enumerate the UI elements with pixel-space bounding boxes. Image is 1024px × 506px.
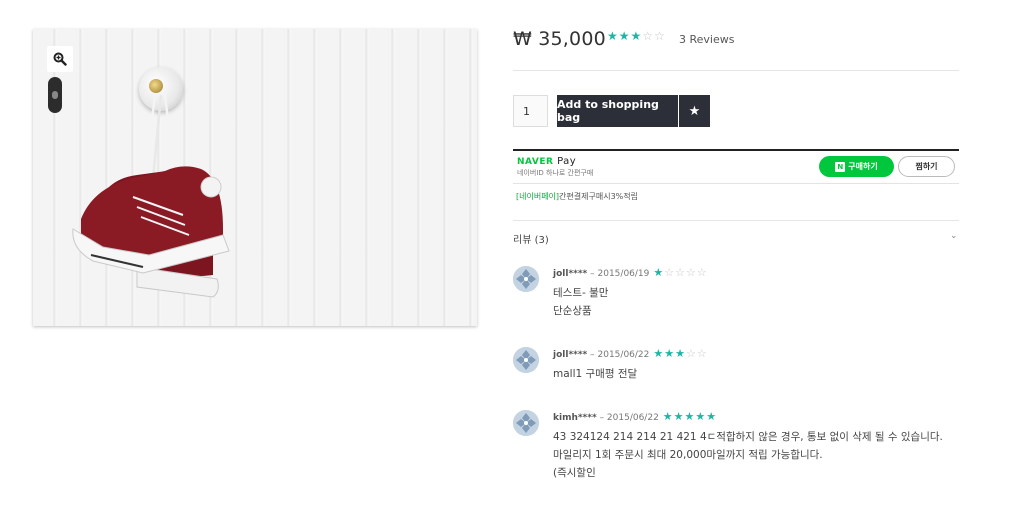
avatar: [513, 347, 539, 373]
star-empty-icon: ☆: [696, 347, 708, 360]
star-empty-icon: ☆: [642, 29, 655, 43]
naver-pay-box: NAVER Pay 네이버ID 하나로 간편구매 N 구매하기 찜하기: [513, 149, 959, 184]
divider: [513, 220, 959, 221]
sneakers-illustration: [72, 94, 230, 298]
review-stars: ★☆☆☆☆: [653, 266, 707, 279]
review-stars: ★★★★★: [663, 410, 717, 423]
review-text-line: 43 324124 214 214 21 421 4ㄷ적합하지 않은 경우, 통…: [553, 431, 943, 443]
review-body: 테스트- 불만단순상품: [553, 284, 963, 320]
review-author: joll****: [553, 269, 588, 279]
avatar: [513, 410, 539, 436]
star-empty-icon: ☆: [675, 266, 686, 279]
star-filled-icon: ★: [662, 410, 674, 423]
avatar: [513, 266, 539, 292]
divider: [513, 70, 959, 71]
product-rating-stars: ★★★☆☆: [607, 29, 666, 43]
review-date: – 2015/06/22: [590, 350, 650, 360]
review-date: – 2015/06/22: [599, 413, 659, 423]
naver-pay-buy-label: 구매하기: [848, 162, 878, 171]
quantity-input[interactable]: 1: [513, 95, 548, 127]
review-body: 43 324124 214 214 21 421 4ㄷ적합하지 않은 경우, 통…: [553, 428, 963, 482]
star-filled-icon: ★: [695, 410, 707, 423]
star-filled-icon: ★: [653, 347, 665, 360]
review-stars: ★★★☆☆: [653, 347, 707, 360]
star-empty-icon: ☆: [654, 29, 666, 43]
product-image[interactable]: [33, 29, 477, 326]
reviews-count-link[interactable]: 3 Reviews: [679, 33, 734, 46]
review-meta: joll**** – 2015/06/22 ★★★☆☆: [553, 347, 708, 360]
star-filled-icon: ★: [706, 410, 718, 423]
star-filled-icon: ★: [653, 266, 665, 279]
naver-pay-buy-button[interactable]: N 구매하기: [819, 156, 894, 177]
star-filled-icon: ★: [684, 410, 696, 423]
avatar-pattern-icon: [513, 410, 539, 436]
star-filled-icon: ★: [673, 410, 685, 423]
star-filled-icon: ★: [618, 29, 631, 43]
star-empty-icon: ☆: [686, 266, 697, 279]
avatar-pattern-icon: [513, 266, 539, 292]
product-price: ₩ 35,000: [513, 28, 606, 50]
naver-pay-logo: NAVER Pay: [517, 156, 577, 167]
review-meta: joll**** – 2015/06/19 ★☆☆☆☆: [553, 266, 708, 279]
review-date: – 2015/06/19: [590, 269, 650, 279]
review-author: joll****: [553, 350, 588, 360]
reviews-header[interactable]: 리뷰 (3): [513, 231, 549, 246]
chevron-down-icon[interactable]: ⌄: [950, 231, 958, 241]
star-empty-icon: ☆: [686, 347, 697, 360]
review-text-line: 마일리지 1회 주문시 최대 20,000마일까지 적립 가능합니다.: [553, 449, 823, 461]
star-filled-icon: ★: [607, 29, 619, 43]
star-filled-icon: ★: [664, 347, 676, 360]
review-body: mall1 구매평 전달: [553, 365, 963, 383]
wishlist-button[interactable]: ★: [679, 95, 710, 127]
review-text-line: (즉시할인: [553, 467, 596, 479]
add-to-bag-button[interactable]: Add to shopping bag: [557, 95, 678, 127]
review-text-line: mall1 구매평 전달: [553, 368, 638, 380]
avatar-pattern-icon: [513, 347, 539, 373]
star-filled-icon: ★: [630, 29, 643, 43]
naver-pay-subtitle: 네이버ID 하나로 간편구매: [517, 169, 594, 177]
star-empty-icon: ☆: [664, 266, 676, 279]
star-empty-icon: ☆: [696, 266, 708, 279]
review-text-line: 테스트- 불만: [553, 287, 609, 299]
star-filled-icon: ★: [675, 347, 686, 360]
naver-n-icon: N: [835, 161, 846, 172]
naver-pay-wish-button[interactable]: 찜하기: [898, 156, 955, 177]
star-icon: ★: [688, 103, 701, 119]
review-text-line: 단순상품: [553, 305, 592, 317]
review-meta: kimh**** – 2015/06/22 ★★★★★: [553, 410, 717, 423]
naver-pay-promo: [네이버페이]간편결제구매시3%적립: [516, 192, 638, 201]
review-author: kimh****: [553, 413, 597, 423]
